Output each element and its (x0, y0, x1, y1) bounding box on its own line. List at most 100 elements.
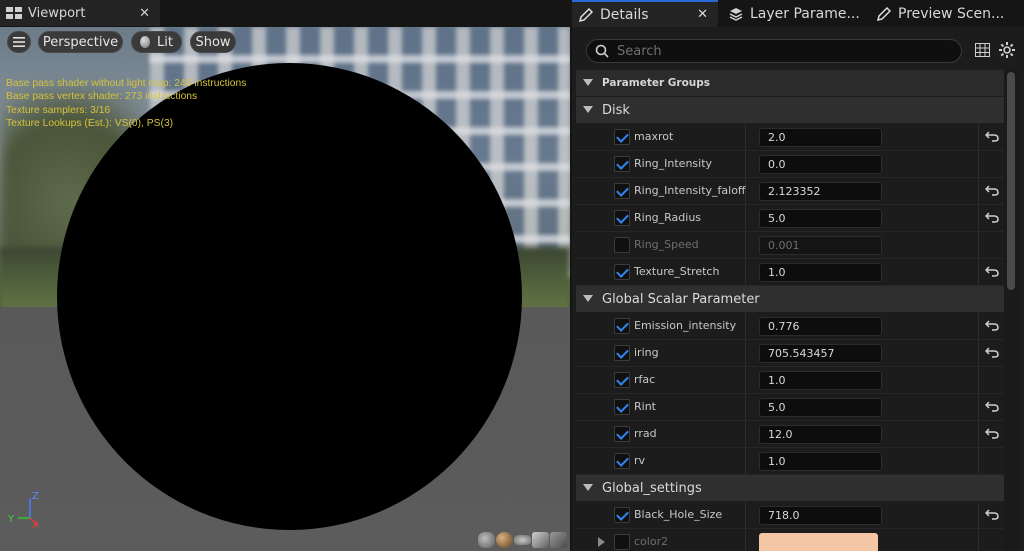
gear-icon[interactable] (998, 41, 1016, 59)
shader-stats: Base pass shader without light map: 243 … (6, 77, 246, 130)
parameter-name-cell: rv (576, 448, 746, 474)
reset-to-default-icon[interactable] (985, 427, 999, 439)
parameter-name: rv (634, 454, 646, 467)
color-swatch[interactable] (759, 533, 878, 551)
parameter-value-input[interactable]: 12.0 (759, 425, 882, 444)
axis-x-label: X (32, 520, 39, 528)
override-checkbox[interactable] (614, 129, 630, 145)
parameter-value-input[interactable]: 1.0 (759, 452, 882, 471)
reset-cell (978, 232, 1004, 258)
teapot-mesh-icon[interactable] (550, 532, 567, 548)
reset-to-default-icon[interactable] (985, 508, 999, 520)
parameter-name: Texture_Stretch (634, 265, 720, 278)
parameter-row: Ring_Intensity 0.0 (576, 151, 1004, 178)
reset-to-default-icon[interactable] (985, 184, 999, 196)
tab-preview-scene-label: Preview Scen... (898, 5, 1005, 22)
category-row[interactable]: Disk (576, 97, 1004, 123)
reset-to-default-icon[interactable] (985, 346, 999, 358)
parameter-row: Emission_intensity 0.776 (576, 313, 1004, 340)
stat-line: Texture Lookups (Est.): VS(0), PS(3) (6, 117, 174, 129)
tab-layer-parameters[interactable]: Layer Parame... (722, 0, 868, 27)
parameter-row: Black_Hole_Size 718.0 (576, 502, 1004, 529)
reset-cell (978, 529, 1004, 551)
category-label: Global_settings (602, 480, 702, 496)
tab-details[interactable]: Details ✕ (572, 0, 718, 27)
parameter-row: Texture_Stretch 1.0 (576, 259, 1004, 286)
chevron-right-icon[interactable] (598, 537, 605, 547)
cube-mesh-icon[interactable] (532, 532, 549, 548)
parameter-value-input[interactable]: 0.776 (759, 317, 882, 336)
lit-sphere-icon (140, 36, 151, 48)
override-checkbox[interactable] (614, 426, 630, 442)
layers-icon (729, 7, 743, 21)
override-checkbox[interactable] (614, 399, 630, 415)
override-checkbox[interactable] (614, 534, 630, 550)
override-checkbox[interactable] (614, 507, 630, 523)
parameter-value-input[interactable]: 1.0 (759, 371, 882, 390)
viewport-menu-button[interactable] (7, 31, 31, 53)
category-row[interactable]: Global_settings (576, 475, 1004, 501)
override-checkbox[interactable] (614, 210, 630, 226)
parameter-row: rv 1.0 (576, 448, 1004, 475)
override-checkbox[interactable] (614, 264, 630, 280)
show-button[interactable]: Show (190, 31, 236, 53)
reset-to-default-icon[interactable] (985, 265, 999, 277)
parameter-value-input[interactable]: 0.001 (759, 236, 882, 255)
parameter-value-input[interactable]: 1.0 (759, 263, 882, 282)
cylinder-mesh-icon[interactable] (478, 532, 495, 548)
parameter-name: maxrot (634, 130, 674, 143)
parameter-value-input[interactable]: 5.0 (759, 209, 882, 228)
override-checkbox[interactable] (614, 453, 630, 469)
search-input[interactable]: Search (586, 39, 962, 63)
reset-to-default-icon[interactable] (985, 130, 999, 142)
parameter-name-cell: rrad (576, 421, 746, 447)
close-icon[interactable]: ✕ (139, 6, 150, 21)
parameter-value-input[interactable]: 0.0 (759, 155, 882, 174)
override-checkbox[interactable] (614, 156, 630, 172)
close-icon[interactable]: ✕ (697, 7, 708, 22)
tab-viewport[interactable]: Viewport ✕ (0, 0, 160, 26)
tab-details-label: Details (600, 6, 649, 23)
parameter-name-cell: Ring_Intensity_faloff (576, 178, 746, 204)
parameter-value-input[interactable]: 2.123352 (759, 182, 882, 201)
reset-cell (978, 367, 1004, 393)
chevron-down-icon (583, 79, 593, 86)
show-label: Show (195, 34, 231, 50)
sphere-mesh-icon[interactable] (496, 532, 513, 548)
parameter-groups-header[interactable]: Parameter Groups (576, 70, 1004, 96)
scrollbar-thumb[interactable] (1007, 72, 1015, 290)
override-checkbox[interactable] (614, 372, 630, 388)
lit-button[interactable]: Lit (131, 31, 182, 53)
hamburger-icon (13, 37, 25, 47)
override-checkbox[interactable] (614, 318, 630, 334)
reset-to-default-icon[interactable] (985, 211, 999, 223)
parameter-value-input[interactable]: 2.0 (759, 128, 882, 147)
parameter-row: maxrot 2.0 (576, 124, 1004, 151)
preview-sphere (57, 63, 522, 530)
override-checkbox[interactable] (614, 345, 630, 361)
override-checkbox[interactable] (614, 183, 630, 199)
reset-cell (978, 502, 1004, 528)
parameter-value-input[interactable]: 5.0 (759, 398, 882, 417)
tab-preview-scene[interactable]: Preview Scen... (872, 0, 1022, 27)
parameter-row: rrad 12.0 (576, 421, 1004, 448)
reset-cell (978, 394, 1004, 420)
axis-z-label: Z (32, 491, 39, 502)
parameter-name: Ring_Intensity (634, 157, 713, 170)
plane-mesh-icon[interactable] (514, 535, 531, 545)
parameter-name: Emission_intensity (634, 319, 737, 332)
grid-view-icon[interactable] (975, 43, 990, 57)
reset-cell (978, 124, 1004, 150)
axis-y-label: Y (8, 514, 15, 525)
reset-cell (978, 340, 1004, 366)
chevron-down-icon (583, 295, 593, 302)
perspective-button[interactable]: Perspective (38, 31, 123, 53)
category-row[interactable]: Global Scalar Parameter (576, 286, 1004, 312)
reset-to-default-icon[interactable] (985, 400, 999, 412)
parameter-value-input[interactable]: 705.543457 (759, 344, 882, 363)
reset-cell (978, 421, 1004, 447)
override-checkbox[interactable] (614, 237, 630, 253)
parameter-value-input[interactable]: 718.0 (759, 506, 882, 525)
parameter-name: Black_Hole_Size (634, 508, 723, 521)
reset-to-default-icon[interactable] (985, 319, 999, 331)
